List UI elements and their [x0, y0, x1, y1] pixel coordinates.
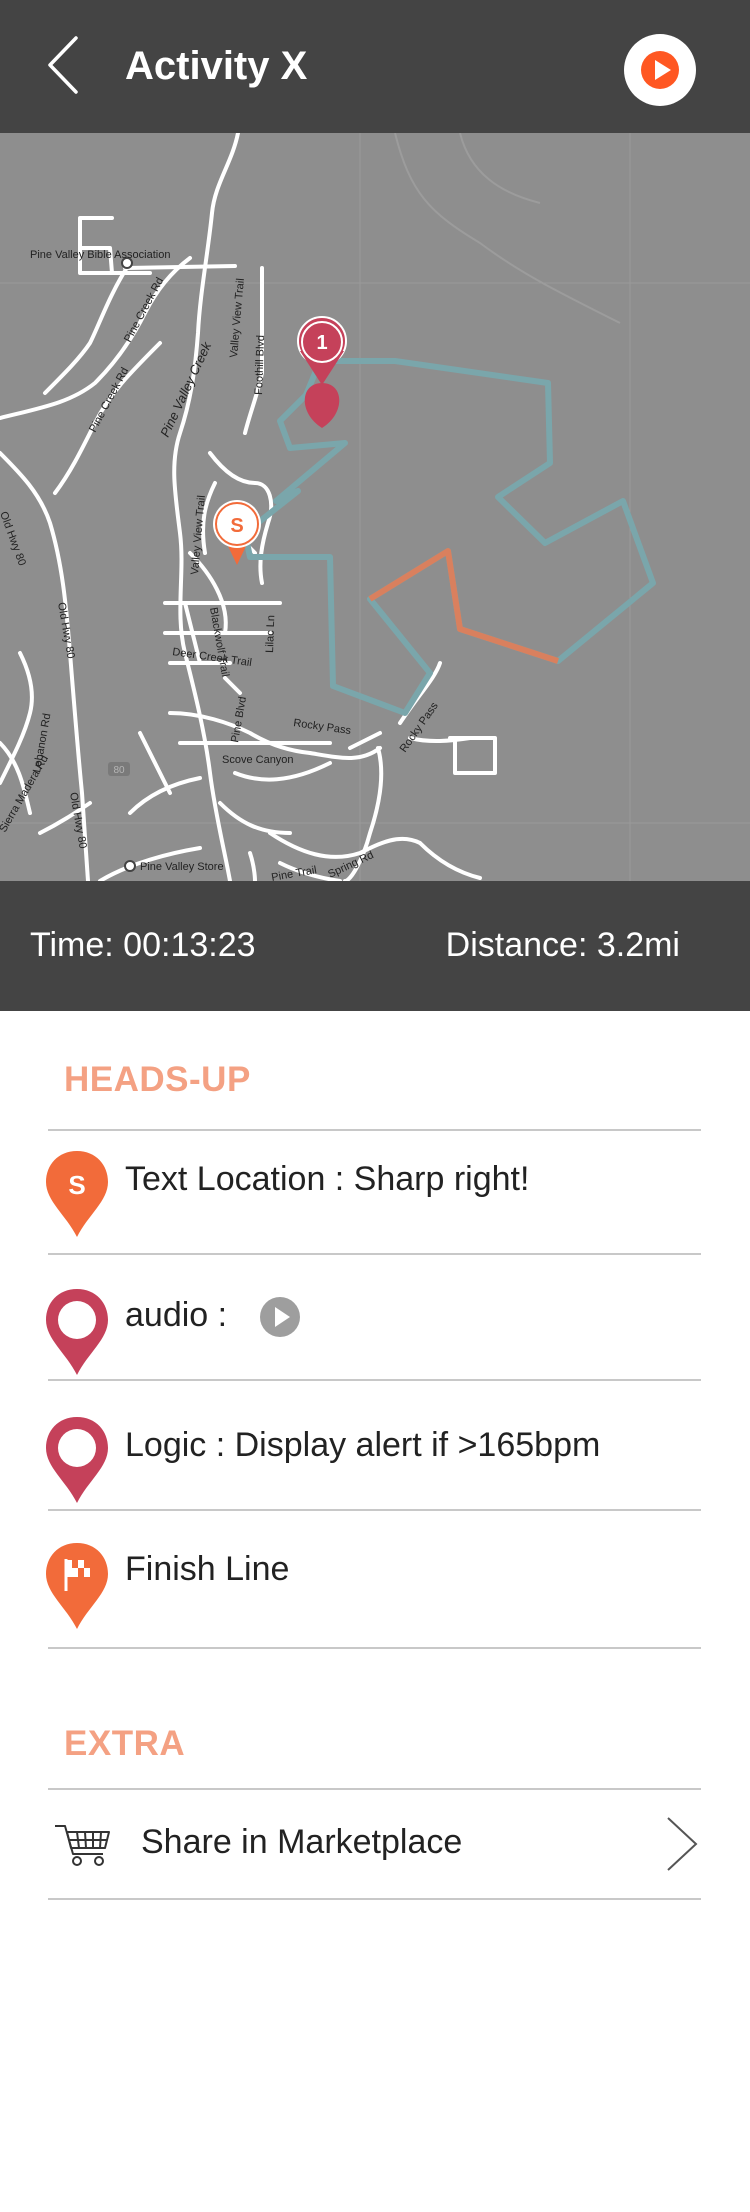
headsup-item-label: Logic : Display alert if >165bpm	[125, 1426, 601, 1464]
page-title: Activity X	[125, 44, 308, 88]
share-marketplace-label: Share in Marketplace	[141, 1823, 463, 1861]
share-marketplace-row[interactable]: Share in Marketplace	[48, 1790, 701, 1898]
headsup-item-finish-line[interactable]: Finish Line	[0, 1511, 750, 1647]
map-label-pine-valley-store: Pine Valley Store	[140, 861, 224, 873]
map-label-lilac-ln: Lilac Ln	[264, 615, 277, 653]
chevron-right-icon	[667, 1817, 698, 1871]
headsup-item-audio[interactable]: audio :	[0, 1255, 750, 1379]
extra-section-title: EXTRA	[64, 1724, 186, 1763]
location-pin-icon: S	[46, 1151, 108, 1237]
divider	[48, 1898, 701, 1900]
highway-shield-icon: 80	[108, 762, 130, 776]
headsup-item-label: Finish Line	[125, 1550, 290, 1588]
divider	[48, 1647, 701, 1649]
chevron-left-icon	[48, 36, 78, 94]
map-canvas: Pine Valley Bible Association Pine Creek…	[0, 133, 750, 881]
store-icon	[124, 860, 136, 872]
finish-flag-pin-icon	[46, 1543, 108, 1629]
map-label-church: Pine Valley Bible Association	[30, 249, 170, 261]
map-label-foothill-blvd: Foothill Blvd	[253, 335, 267, 395]
start-marker-label: S	[230, 515, 243, 537]
route-map[interactable]: Pine Valley Bible Association Pine Creek…	[0, 133, 750, 881]
time-stat: Time: 00:13:23	[30, 926, 256, 964]
activity-stats-bar: Time: 00:13:23 Distance: 3.2mi	[0, 881, 750, 1011]
headsup-section-title: HEADS-UP	[64, 1060, 251, 1099]
back-button[interactable]	[38, 30, 88, 100]
app-header: Activity X	[0, 0, 750, 133]
logic-pin-icon	[46, 1417, 108, 1503]
headsup-item-logic[interactable]: Logic : Display alert if >165bpm	[0, 1381, 750, 1509]
headsup-item-label: audio :	[125, 1296, 228, 1334]
checkpoint-marker-label: 1	[316, 332, 327, 354]
audio-play-icon[interactable]	[258, 1295, 302, 1339]
location-pin-label: S	[68, 1170, 85, 1200]
map-label-scove-canyon: Scove Canyon	[222, 754, 294, 766]
shopping-cart-icon	[55, 1825, 110, 1866]
headsup-item-label: Text Location : Sharp right!	[125, 1160, 530, 1198]
play-icon	[641, 51, 679, 89]
distance-stat: Distance: 3.2mi	[445, 926, 680, 964]
headsup-item-text-location[interactable]: S Text Location : Sharp right!	[0, 1131, 750, 1253]
highway-shield-label: 80	[113, 765, 125, 776]
play-button[interactable]	[624, 34, 696, 106]
audio-pin-icon	[46, 1289, 108, 1375]
